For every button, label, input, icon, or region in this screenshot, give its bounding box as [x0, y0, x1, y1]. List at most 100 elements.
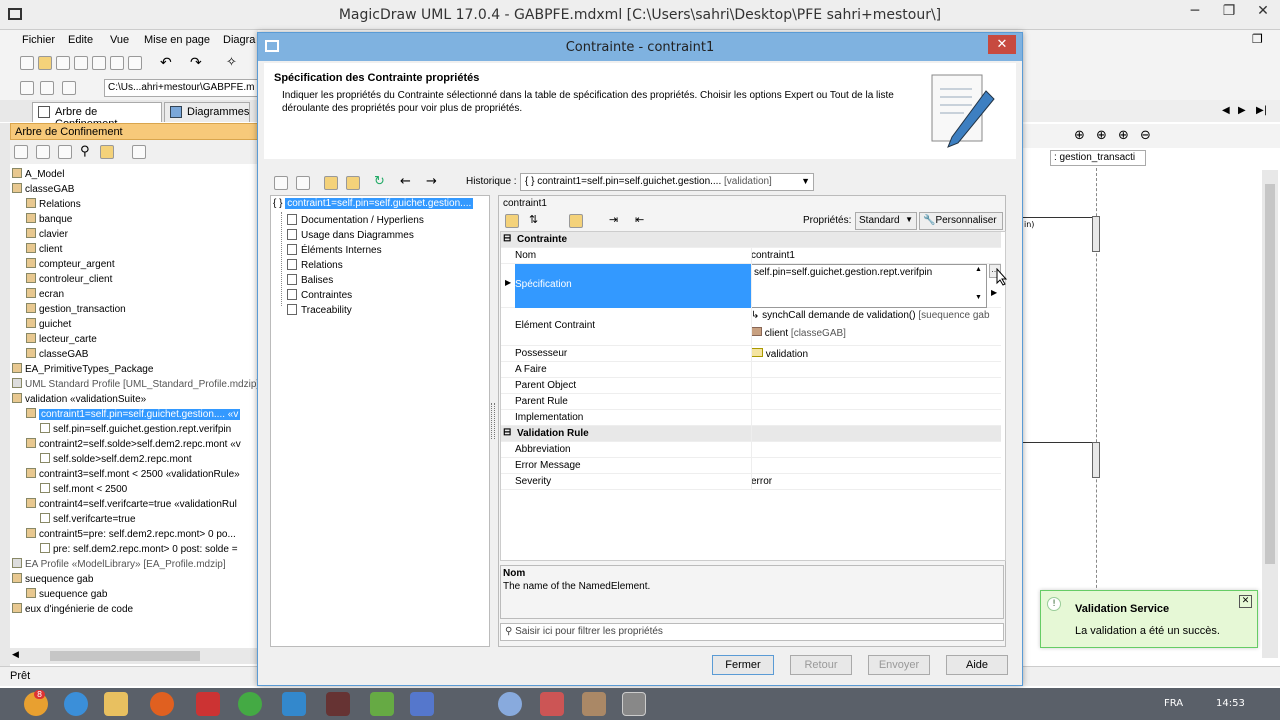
nav-right-icon[interactable]: ▶	[1238, 105, 1246, 116]
expand-icon[interactable]	[14, 145, 28, 159]
vscroll-thumb[interactable]	[1265, 184, 1275, 564]
spell-check-icon[interactable]	[346, 176, 360, 190]
new-icon[interactable]	[20, 56, 34, 70]
tree-node[interactable]: EA Profile «ModelLibrary» [EA_Profile.md…	[12, 558, 226, 573]
tree-node[interactable]: EA_PrimitiveTypes_Package	[12, 363, 153, 378]
tab-diagrams[interactable]: Diagrammes	[164, 102, 250, 122]
tree-node[interactable]: pre: self.dem2.repc.mont> 0 post: solde …	[40, 543, 238, 558]
collapse-section-icon[interactable]: ⊟	[503, 427, 511, 438]
clock[interactable]: 14:53	[1216, 698, 1245, 709]
zoom-reset-icon[interactable]: ⊖	[1140, 128, 1151, 143]
help-button[interactable]: Aide	[946, 655, 1008, 675]
tree-node[interactable]: contraint3=self.mont < 2500 «validationR…	[26, 468, 240, 483]
send-button[interactable]: Envoyer	[868, 655, 930, 675]
collapse-section-icon[interactable]: ⊟	[503, 233, 511, 244]
tree-view-icon[interactable]	[274, 176, 288, 190]
nav-item-constraints[interactable]: Contraintes	[287, 289, 352, 304]
app-blue-icon[interactable]	[282, 692, 306, 716]
history-dropdown[interactable]: { } contraint1=self.pin=self.guichet.ges…	[520, 173, 814, 191]
tree-node[interactable]: self.verifcarte=true	[40, 513, 136, 528]
nav-end-icon[interactable]: ▶|	[1256, 105, 1267, 116]
copy-icon[interactable]	[92, 56, 106, 70]
back-nav-icon[interactable]	[20, 81, 34, 95]
message-arrow-2[interactable]	[1022, 442, 1092, 443]
tree-node[interactable]: ecran	[26, 288, 64, 303]
message-arrow-1[interactable]	[1022, 217, 1092, 218]
zoom-in-icon[interactable]: ⊕	[1074, 128, 1085, 143]
app-brown-icon[interactable]	[582, 692, 606, 716]
copy-element-icon[interactable]	[324, 176, 338, 190]
sort-icon[interactable]	[58, 145, 72, 159]
maximize-icon[interactable]: ❐	[1212, 0, 1246, 24]
print-icon[interactable]	[74, 56, 88, 70]
tree-node[interactable]: self.mont < 2500	[40, 483, 127, 498]
ie-icon[interactable]	[64, 692, 88, 716]
section-constraint[interactable]: ⊟ Contrainte	[501, 232, 1001, 248]
undo-icon[interactable]: ↶	[160, 55, 172, 71]
tree-node[interactable]: A_Model	[12, 168, 64, 183]
tree-node[interactable]: gestion_transaction	[26, 303, 126, 318]
restore-icon[interactable]: ❐	[1252, 32, 1263, 46]
scroll-thumb[interactable]	[50, 651, 200, 661]
dialog-close-icon[interactable]: ✕	[988, 35, 1016, 54]
tree-node[interactable]: validation «validationSuite»	[12, 393, 146, 408]
app-green-icon[interactable]	[370, 692, 394, 716]
categorized-icon[interactable]	[505, 214, 519, 228]
nav-item-usage[interactable]: Usage dans Diagrammes	[287, 229, 414, 244]
tree-node[interactable]: classeGAB	[12, 183, 74, 198]
project-icon[interactable]	[62, 81, 76, 95]
nav-left-icon[interactable]: ◀	[1222, 105, 1230, 116]
spec-scroll-up-icon[interactable]: ▲	[975, 266, 982, 273]
chrome-icon[interactable]	[238, 692, 262, 716]
zoom-fit-icon[interactable]: ⊕	[1118, 128, 1129, 143]
tree-node[interactable]: clavier	[26, 228, 68, 243]
tree-hscroll[interactable]: ◀	[10, 648, 258, 664]
hierarchy-icon[interactable]	[296, 176, 310, 190]
redo-icon[interactable]: ↷	[190, 55, 202, 71]
tree-node[interactable]: client	[26, 243, 62, 258]
firefox-icon[interactable]	[150, 692, 174, 716]
new-package-icon[interactable]	[132, 145, 146, 159]
activation-bar-1[interactable]	[1092, 216, 1100, 252]
tab-containment-tree[interactable]: Arbre de Confinement	[32, 102, 162, 130]
nav-selected-item[interactable]: { } contraint1=self.pin=self.guichet.ges…	[273, 198, 474, 209]
app-pattern-icon[interactable]	[410, 692, 434, 716]
magic-icon[interactable]: ✧	[226, 55, 237, 70]
spec-scroll-down-icon[interactable]: ▼	[975, 294, 982, 301]
close-icon[interactable]: ✕	[1246, 0, 1280, 24]
app-red-icon[interactable]	[196, 692, 220, 716]
scroll-left-icon[interactable]: ◀	[12, 650, 19, 660]
save-icon[interactable]	[56, 56, 70, 70]
diagram-vscroll[interactable]	[1262, 170, 1278, 658]
splitter[interactable]	[491, 403, 495, 439]
tree-node[interactable]: lecteur_carte	[26, 333, 97, 348]
filter-icon[interactable]: ⚲	[80, 144, 90, 159]
tree-node[interactable]: banque	[26, 213, 72, 228]
refresh-icon[interactable]: ↻	[374, 174, 385, 189]
minimize-icon[interactable]: ─	[1178, 0, 1212, 24]
sort-az-icon[interactable]: ⇅	[529, 213, 538, 226]
nav-item-relations[interactable]: Relations	[287, 259, 343, 274]
tree-node[interactable]: controleur_client	[26, 273, 112, 288]
view-icon[interactable]	[569, 214, 583, 228]
tree-node[interactable]: contraint2=self.solde>self.dem2.repc.mon…	[26, 438, 241, 453]
expand-all-icon[interactable]: ⇥	[609, 213, 618, 226]
properties-mode-select[interactable]: Standard ▼	[855, 212, 917, 230]
menu-mise-en-page[interactable]: Mise en page	[144, 34, 210, 46]
spec-expand-icon[interactable]: ▶	[991, 288, 997, 297]
activation-bar-2[interactable]	[1092, 442, 1100, 478]
magicdraw-task-icon[interactable]	[622, 692, 646, 716]
history-forward-icon[interactable]: →	[426, 174, 437, 189]
history-back-icon[interactable]: ←	[400, 174, 411, 189]
nav-item-traceability[interactable]: Traceability	[287, 304, 352, 319]
tree-node[interactable]: contraint4=self.verifcarte=true «validat…	[26, 498, 237, 513]
language-indicator[interactable]: FRA	[1164, 698, 1183, 709]
forward-nav-icon[interactable]	[40, 81, 54, 95]
open-icon[interactable]	[38, 56, 52, 70]
menu-fichier[interactable]: Fichier	[22, 34, 55, 46]
tree-node[interactable]: contraint1=self.pin=self.guichet.gestion…	[26, 408, 241, 423]
notification-close-icon[interactable]: ✕	[1239, 595, 1252, 608]
validation-notification[interactable]: ! Validation Service La validation a été…	[1040, 590, 1258, 648]
delete-icon[interactable]	[128, 56, 142, 70]
file-explorer-icon[interactable]	[104, 692, 128, 716]
